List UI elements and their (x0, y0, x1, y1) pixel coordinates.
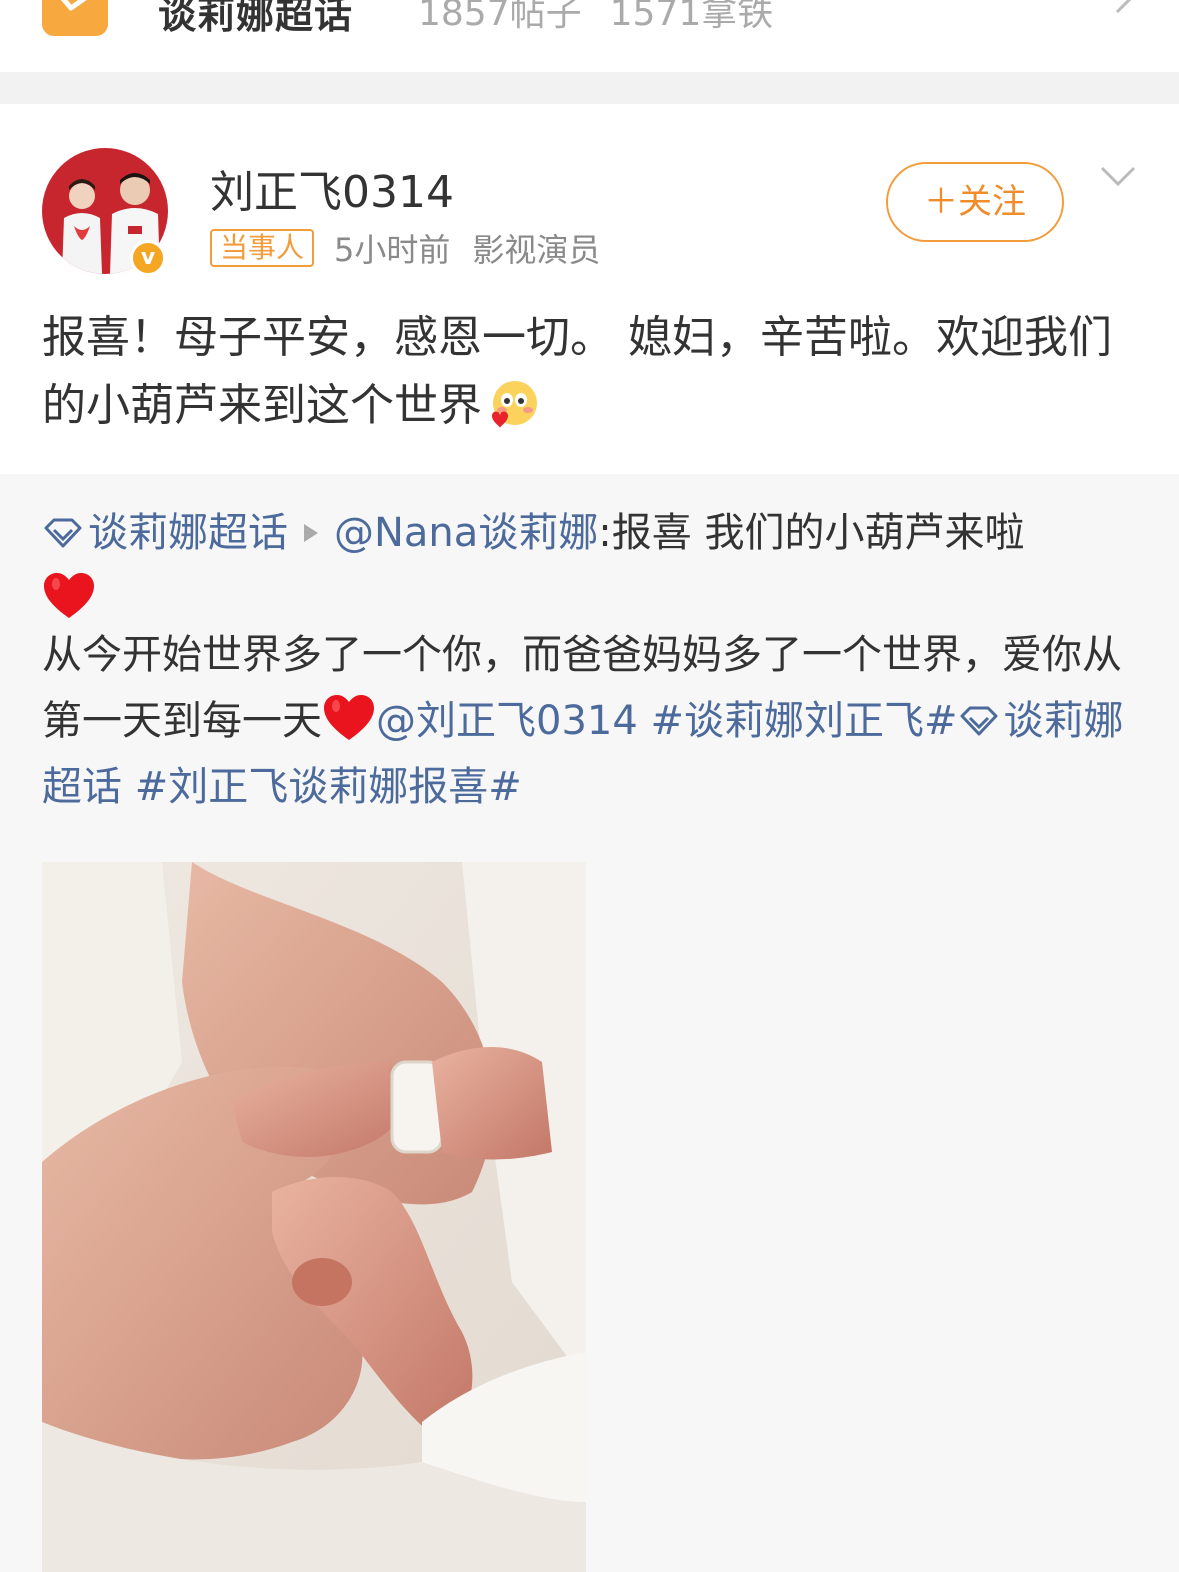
post-photo[interactable] (42, 862, 586, 1572)
supertopic-stats: 1857帖子 1571拿铁 (418, 0, 801, 36)
post-meta: 当事人 5小时前 影视演员 (210, 228, 601, 269)
repost-head-text: :报喜 我们的小葫芦来啦 (598, 510, 1025, 556)
post-card: v 刘正飞0314 当事人 5小时前 影视演员 ＋关注 报喜！母子平安，感恩一切… (0, 104, 1179, 474)
post-text: 报喜！母子平安，感恩一切。 媳妇，辛苦啦。欢迎我们的小葫芦来到这个世界 (42, 304, 1142, 440)
red-heart-icon (324, 695, 374, 740)
supertopic-bar[interactable]: 谈莉娜超话 1857帖子 1571拿铁 (0, 0, 1179, 72)
supertopic-name: 谈莉娜超话 (158, 0, 354, 37)
supertopic-link[interactable]: 谈莉娜超话 (42, 510, 288, 556)
post-time: 5小时前 (334, 231, 451, 269)
supertopic-icon (42, 0, 108, 36)
red-heart-icon (44, 573, 94, 618)
section-separator (0, 72, 1179, 104)
chevron-down-icon[interactable] (1100, 162, 1136, 192)
post-text-content: 报喜！母子平安，感恩一切。 媳妇，辛苦啦。欢迎我们的小葫芦来到这个世界 (42, 312, 1112, 431)
blush-emoji-icon (492, 381, 537, 428)
supertopic-fan-count: 1571拿铁 (609, 0, 774, 34)
arrow-right-icon (304, 524, 318, 542)
author-description: 影视演员 (472, 231, 601, 269)
chevron-right-icon[interactable] (1105, 0, 1141, 16)
hashtag-link[interactable]: #刘正飞谈莉娜报喜# (135, 764, 522, 810)
follow-button[interactable]: ＋关注 (886, 162, 1064, 242)
avatar-person-left (62, 179, 102, 274)
party-tag: 当事人 (210, 229, 315, 267)
mention-link[interactable]: @刘正飞0314 (376, 698, 638, 744)
repost-text: 谈莉娜超话 @Nana谈莉娜:报喜 我们的小葫芦来啦 从今开始世界多了一个你，而爸… (42, 500, 1152, 820)
author-name[interactable]: 刘正飞0314 (210, 156, 454, 220)
diamond-icon (960, 706, 998, 736)
hashtag-link[interactable]: #谈莉娜刘正飞# (651, 698, 958, 744)
author-mention-link[interactable]: @Nana谈莉娜 (334, 510, 598, 556)
supertopic-post-count: 1857帖子 (418, 0, 582, 34)
repost-card[interactable]: 谈莉娜超话 @Nana谈莉娜:报喜 我们的小葫芦来啦 从今开始世界多了一个你，而爸… (0, 474, 1179, 1572)
verified-badge: v (130, 240, 166, 276)
diamond-icon (44, 518, 82, 548)
supertopic-link-text: 谈莉娜超话 (88, 510, 288, 556)
newborn-hands-photo (42, 862, 586, 1572)
